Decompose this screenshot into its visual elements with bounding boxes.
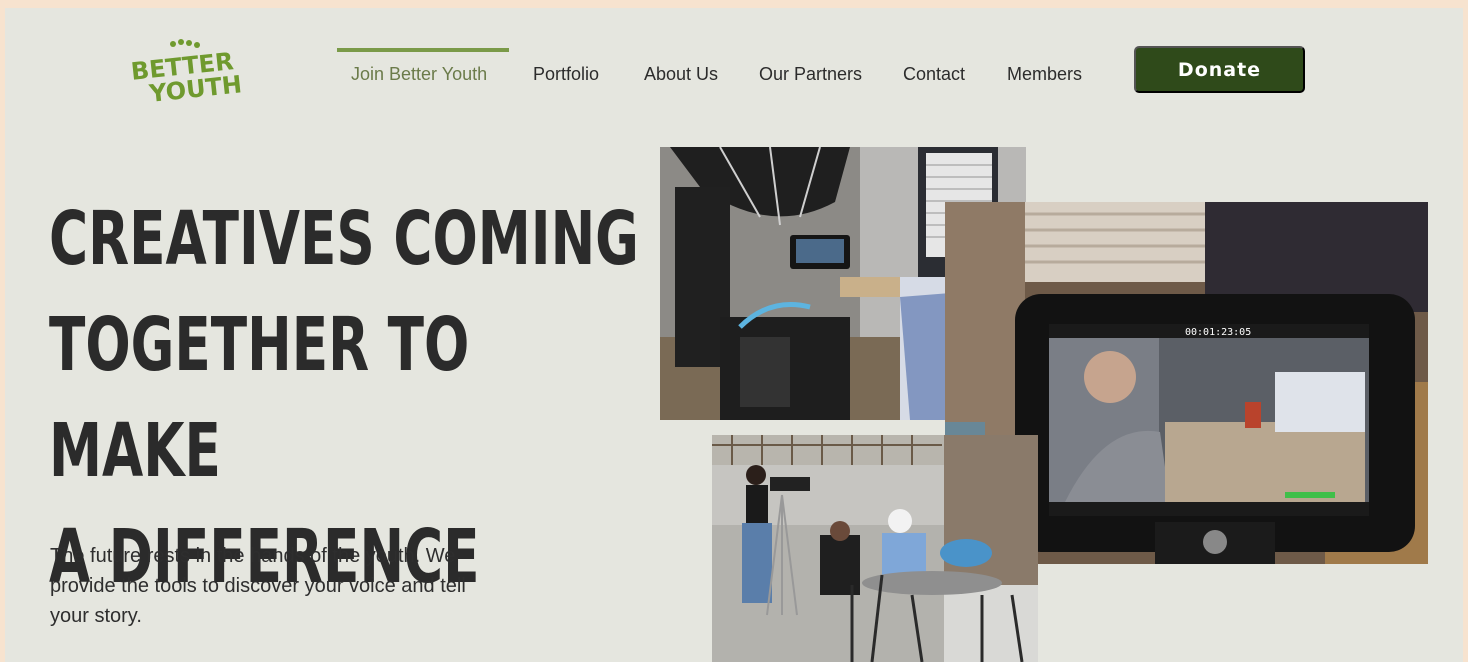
nav-our-partners[interactable]: Our Partners [759, 64, 862, 85]
nav-join-better-youth[interactable]: Join Better Youth [351, 64, 487, 85]
page: BETTER YOUTH Join Better Youth Portfolio… [5, 8, 1463, 662]
monitor-timecode: 00:01:23:05 [1185, 327, 1251, 338]
headline-line-1: CREATIVES COMING [49, 196, 639, 282]
hero-subtext: The future rests in the hands of the you… [50, 545, 466, 627]
headline-line-2: TOGETHER TO MAKE [49, 302, 470, 494]
donate-button[interactable]: Donate [1134, 46, 1305, 93]
nav-members[interactable]: Members [1007, 64, 1082, 85]
nav-about-us[interactable]: About Us [644, 64, 718, 85]
nav-portfolio[interactable]: Portfolio [533, 64, 599, 85]
nav-contact[interactable]: Contact [903, 64, 965, 85]
active-nav-indicator [337, 48, 509, 52]
outdoor-shoot-photo [712, 435, 1038, 662]
